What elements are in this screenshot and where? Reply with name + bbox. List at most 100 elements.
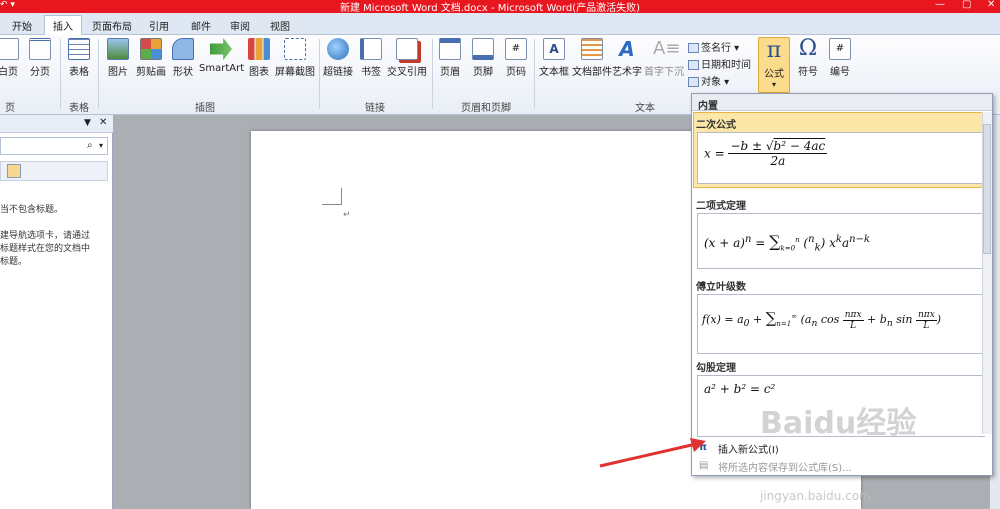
equation-title-binomial: 二项式定理 — [696, 201, 746, 212]
window-title: 新建 Microsoft Word 文档.docx - Microsoft Wo… — [340, 3, 640, 14]
footer-icon — [472, 38, 494, 60]
quick-access-toolbar[interactable]: ↶ ▾ — [0, 0, 15, 10]
chevron-down-icon[interactable]: ▾ — [99, 141, 103, 150]
tab-view[interactable]: 视图 — [262, 16, 298, 35]
ribbon-tabs: 开始 插入 页面布局 引用 邮件 审阅 视图 — [0, 13, 1000, 36]
tab-mailings[interactable]: 邮件 — [183, 16, 219, 35]
nav-message-line: 当不包含标题。 — [0, 205, 64, 215]
cross-reference-icon — [396, 38, 418, 60]
object-button[interactable]: 对象 ▾ — [688, 73, 729, 88]
equation-preview-binomial[interactable]: (x + a)n = ∑k=0n (nk) xkan−k — [697, 213, 985, 269]
navigation-view-tabs — [0, 161, 108, 181]
shapes-button[interactable]: 形状 — [170, 38, 196, 78]
signature-icon — [688, 43, 699, 53]
group-separator — [60, 39, 61, 109]
group-links-label: 链接 — [365, 103, 385, 114]
page-number-button[interactable]: # 页码 — [502, 38, 530, 78]
navigation-pane-header: ▼ ✕ — [0, 115, 113, 133]
equation-button[interactable]: π 公式 ▾ — [758, 37, 790, 93]
group-pages-label: 页 — [5, 103, 15, 114]
tab-home[interactable]: 开始 — [4, 16, 40, 35]
tab-references[interactable]: 引用 — [141, 16, 177, 35]
date-time-button[interactable]: 日期和时间 — [688, 56, 751, 71]
screenshot-button[interactable]: 屏幕截图 — [274, 38, 316, 78]
equation-preview-quadratic[interactable]: x = −b ± √b² − 4ac 2a — [697, 132, 985, 184]
equation-title-quadratic: 二次公式 — [696, 120, 736, 131]
bookmark-icon — [360, 38, 382, 60]
nav-message-line: 建导航选项卡，请通过 — [0, 231, 91, 241]
group-header-footer-label: 页眉和页脚 — [461, 103, 511, 114]
title-bar: ↶ ▾ 新建 Microsoft Word 文档.docx - Microsof… — [0, 0, 1000, 14]
close-icon[interactable]: ✕ — [987, 0, 995, 10]
header-icon — [439, 38, 461, 60]
textbox-button[interactable]: A 文本框 — [538, 38, 570, 78]
close-icon[interactable]: ✕ — [99, 117, 107, 128]
quick-parts-button[interactable]: 文档部件 — [572, 38, 612, 78]
equation-title-fourier: 傅立叶级数 — [696, 282, 746, 293]
navigation-search-input[interactable]: ⌕ ▾ — [0, 137, 108, 155]
annotation-arrow-icon — [599, 438, 706, 468]
page-break-icon — [29, 38, 51, 60]
screenshot-icon — [284, 38, 306, 60]
globe-icon — [327, 38, 349, 60]
page-number-icon: # — [505, 38, 527, 60]
watermark-url: jingyan.baidu.com — [760, 489, 871, 503]
picture-button[interactable]: 图片 — [104, 38, 132, 78]
restore-icon[interactable]: ▢ — [962, 0, 971, 10]
signature-line-button[interactable]: 签名行 ▾ — [688, 39, 739, 54]
blank-page-button[interactable]: 白页 — [0, 38, 22, 78]
group-text-label: 文本 — [635, 103, 655, 114]
dropcap-button[interactable]: A≡ 首字下沉 — [644, 38, 684, 78]
tab-insert[interactable]: 插入 — [44, 15, 82, 36]
equation-preview-fourier[interactable]: f(x) = a0 + ∑n=1∞ (an cos nπx L + bn sin … — [697, 294, 985, 354]
calendar-icon — [688, 60, 699, 70]
nav-message-line: 标题。 — [0, 257, 28, 267]
navigation-pane: ▼ ✕ ⌕ ▾ 当不包含标题。 建导航选项卡，请通过 标题样式在您的文档中 标题… — [0, 115, 113, 509]
pi-icon: π — [766, 38, 782, 63]
watermark-logo: Baidu经验 — [760, 406, 917, 441]
pane-menu-icon[interactable]: ▼ — [84, 118, 91, 128]
group-illustrations-label: 插图 — [195, 103, 215, 114]
tab-page-layout[interactable]: 页面布局 — [84, 16, 140, 35]
tab-review[interactable]: 审阅 — [222, 16, 258, 35]
chevron-down-icon: ▾ — [771, 80, 776, 89]
paragraph-mark-icon: ↵ — [343, 210, 351, 220]
quick-parts-icon — [581, 38, 603, 60]
blank-page-icon — [0, 38, 19, 60]
clipart-icon — [140, 38, 162, 60]
hyperlink-button[interactable]: 超链接 — [321, 38, 355, 78]
wordart-button[interactable]: A 艺术字 — [612, 38, 642, 78]
cross-reference-button[interactable]: 交叉引用 — [386, 38, 428, 78]
page-thumbnails-icon[interactable] — [7, 164, 21, 178]
wordart-icon: A — [619, 37, 635, 61]
group-separator — [432, 39, 433, 109]
group-separator — [98, 39, 99, 109]
gallery-section-header: 内置 — [692, 94, 992, 112]
nav-message-line: 标题样式在您的文档中 — [0, 244, 91, 254]
footer-button[interactable]: 页脚 — [469, 38, 497, 78]
picture-icon — [107, 38, 129, 60]
page-break-button[interactable]: 分页 — [26, 38, 54, 78]
minimize-icon[interactable]: — — [935, 0, 945, 10]
omega-icon: Ω — [798, 36, 818, 61]
chart-icon — [248, 38, 270, 60]
symbol-button[interactable]: Ω 符号 — [793, 36, 823, 79]
number-button[interactable]: # 编号 — [826, 38, 854, 78]
header-button[interactable]: 页眉 — [436, 38, 464, 78]
chart-button[interactable]: 图表 — [246, 38, 272, 78]
margin-corner-mark — [322, 188, 342, 205]
group-separator — [319, 39, 320, 109]
search-icon[interactable]: ⌕ — [87, 140, 93, 151]
shapes-icon — [172, 38, 194, 60]
table-button[interactable]: 表格 — [64, 38, 94, 78]
equation-title-pythagorean: 勾股定理 — [696, 363, 736, 374]
clipart-button[interactable]: 剪贴画 — [134, 38, 168, 78]
smartart-icon — [210, 38, 232, 60]
dropcap-icon: A≡ — [653, 38, 681, 59]
save-to-gallery-menu-item[interactable]: ▤ 将所选内容保存到公式库(S)... — [692, 457, 992, 475]
textbox-icon: A — [543, 38, 565, 60]
gallery-scrollbar-thumb[interactable] — [983, 124, 991, 254]
smartart-button[interactable]: SmartArt — [199, 38, 244, 74]
bookmark-button[interactable]: 书签 — [358, 38, 384, 78]
group-separator — [534, 39, 535, 109]
